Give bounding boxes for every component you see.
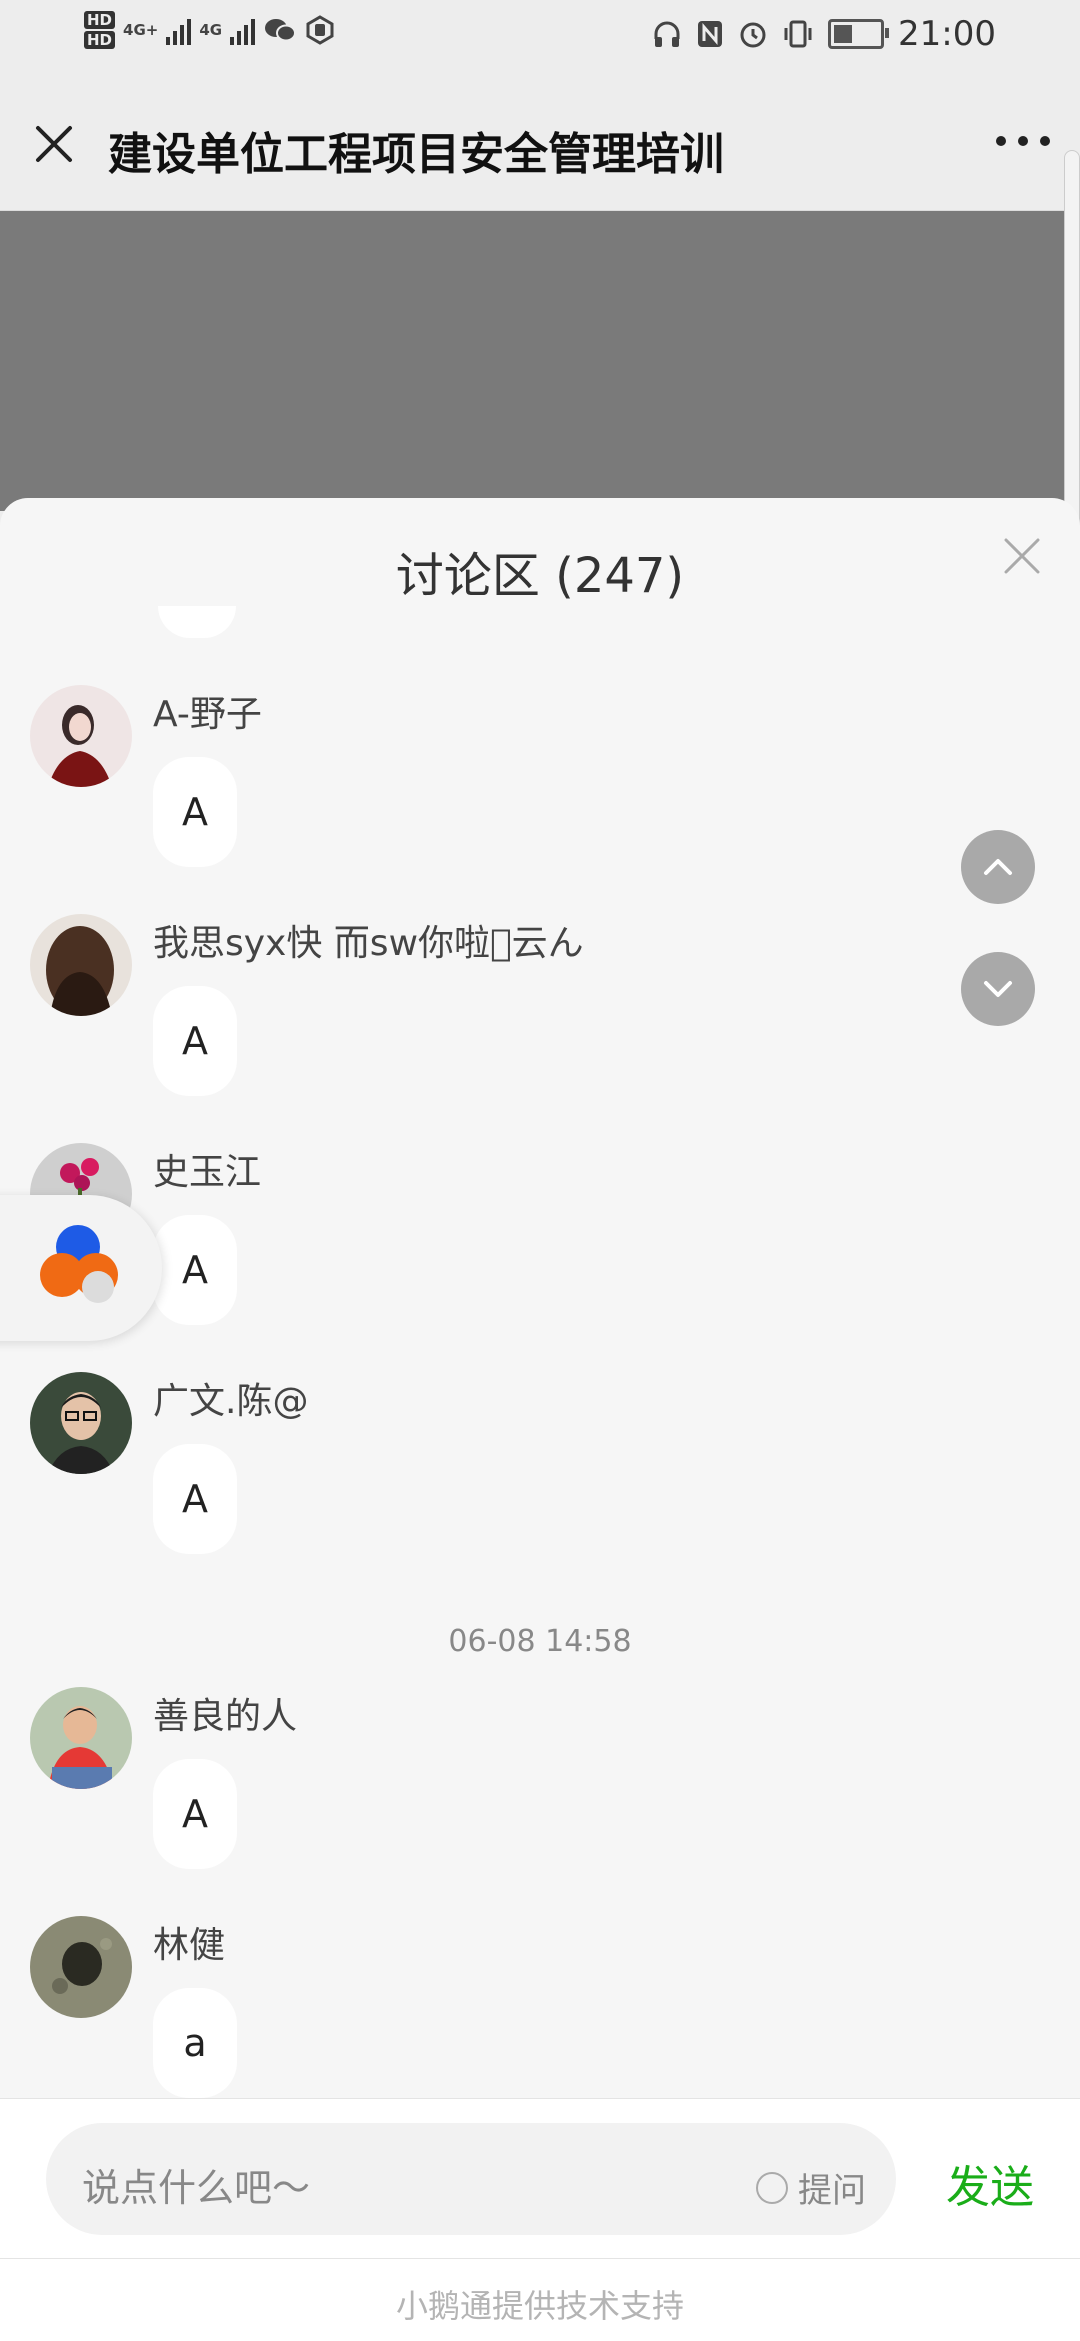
input-bar: 说点什么吧～ 提问 发送 bbox=[0, 2098, 1080, 2259]
avatar[interactable] bbox=[30, 914, 132, 1016]
scroll-up-button[interactable] bbox=[961, 830, 1035, 904]
nfc-icon bbox=[698, 21, 723, 47]
alarm-icon bbox=[740, 22, 766, 48]
avatar[interactable] bbox=[30, 1687, 132, 1789]
floating-logo-button[interactable] bbox=[0, 1195, 162, 1341]
status-right: 21:00 bbox=[652, 14, 996, 54]
ask-radio-icon[interactable] bbox=[756, 2171, 788, 2204]
avatar[interactable] bbox=[30, 1372, 132, 1474]
signal-icon-2 bbox=[230, 15, 256, 45]
network-label-1: 4G+ bbox=[123, 21, 159, 39]
vibrate-icon bbox=[784, 20, 812, 48]
avatar[interactable] bbox=[30, 685, 132, 787]
message-bubble: A bbox=[153, 986, 237, 1096]
ask-label: 提问 bbox=[798, 2171, 866, 2211]
video-player-area[interactable] bbox=[0, 211, 1080, 511]
discussion-panel: 讨论区 (247) A-野子 A 我思syx快 而sw你啦 云ん A 史玉江 A… bbox=[0, 498, 1080, 2098]
message-bubble: A bbox=[153, 1444, 237, 1554]
user-name: 我思syx快 而sw你啦 云ん bbox=[153, 923, 584, 964]
discussion-title: 讨论区 (247) bbox=[395, 548, 685, 604]
avatar[interactable] bbox=[30, 1916, 132, 2018]
comment-input[interactable]: 说点什么吧～ 提问 bbox=[46, 2123, 896, 2235]
battery-icon bbox=[828, 19, 890, 49]
more-menu-icon[interactable] bbox=[996, 136, 1050, 146]
chevron-down-icon bbox=[984, 981, 1012, 997]
chevron-up-icon bbox=[984, 859, 1012, 875]
message-bubble: A bbox=[153, 1215, 237, 1325]
hd-label-2: HD bbox=[84, 31, 116, 49]
footer: 小鹅通提供技术支持 bbox=[0, 2258, 1080, 2341]
hd-icon: HD HD bbox=[84, 10, 116, 50]
footer-text: 小鹅通提供技术支持 bbox=[395, 2287, 684, 2325]
headphones-icon bbox=[654, 21, 680, 47]
message-timestamp: 06-08 14:58 bbox=[448, 1624, 632, 1659]
user-name: 广文.陈@ bbox=[153, 1381, 309, 1422]
message-bubble: A bbox=[153, 1759, 237, 1869]
hd-label-1: HD bbox=[84, 11, 116, 29]
scroll-down-button[interactable] bbox=[961, 952, 1035, 1026]
page-title: 建设单位工程项目安全管理培训 bbox=[108, 129, 724, 180]
ask-question-toggle[interactable]: 提问 bbox=[756, 2163, 866, 2212]
close-icon[interactable] bbox=[30, 120, 78, 168]
network-label-2: 4G bbox=[199, 21, 223, 39]
xiaoe-logo-icon bbox=[40, 1225, 118, 1303]
hand-icon bbox=[306, 15, 334, 45]
user-name: 善良的人 bbox=[153, 1696, 298, 1737]
wechat-icon bbox=[265, 19, 297, 42]
user-name: 史玉江 bbox=[153, 1152, 262, 1193]
signal-icon bbox=[166, 15, 192, 45]
status-left: HD HD 4G+ 4G bbox=[84, 10, 335, 50]
user-name: A-野子 bbox=[153, 694, 262, 735]
status-bar: HD HD 4G+ 4G 21:00 bbox=[0, 0, 1080, 80]
status-time: 21:00 bbox=[898, 14, 996, 54]
message-bubble: a bbox=[153, 1988, 237, 2098]
message-bubble: A bbox=[153, 757, 237, 867]
user-name: 林健 bbox=[153, 1925, 226, 1966]
panel-close-icon[interactable] bbox=[1000, 534, 1044, 578]
title-bar: 建设单位工程项目安全管理培训 bbox=[0, 80, 1080, 211]
message-bubble-partial bbox=[158, 606, 236, 638]
send-button[interactable]: 发送 bbox=[946, 2151, 1034, 2215]
input-placeholder: 说点什么吧～ bbox=[82, 2166, 311, 2210]
